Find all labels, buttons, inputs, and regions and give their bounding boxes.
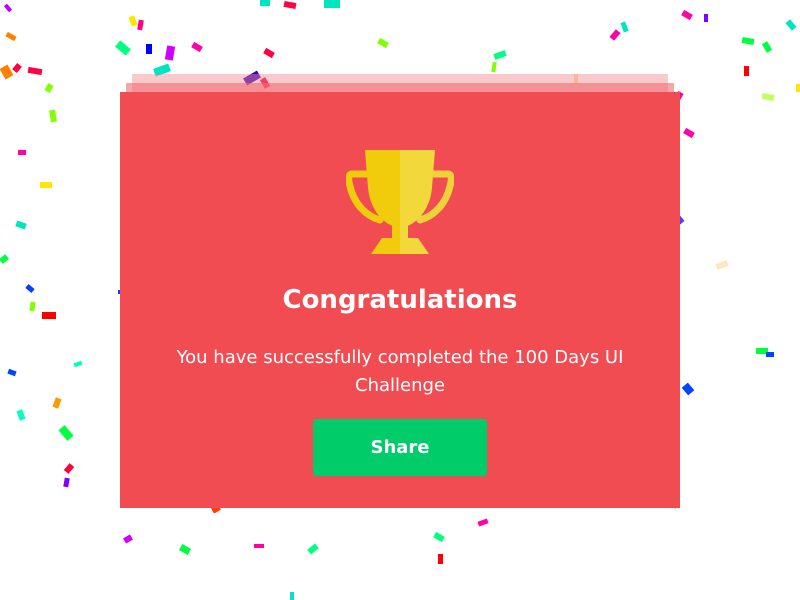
confetti-piece: [785, 19, 797, 31]
confetti-piece: [683, 127, 695, 139]
confetti-piece: [18, 150, 26, 155]
confetti-piece: [49, 109, 57, 123]
confetti-piece: [25, 284, 35, 293]
confetti-piece: [128, 15, 138, 27]
confetti-piece: [73, 360, 83, 368]
confetti-piece: [191, 41, 203, 53]
confetti-piece: [761, 93, 775, 101]
confetti-piece: [263, 47, 275, 59]
confetti-piece: [52, 397, 62, 409]
confetti-piece: [5, 31, 17, 42]
confetti-piece: [290, 592, 294, 600]
confetti-piece: [741, 37, 755, 45]
confetti-piece: [58, 425, 74, 441]
confetti-piece: [715, 260, 729, 270]
confetti-piece: [178, 543, 192, 556]
confetti-piece: [63, 477, 70, 488]
confetti-piece: [254, 544, 264, 548]
confetti-piece: [29, 301, 36, 312]
confetti-piece: [477, 518, 489, 527]
confetti-piece: [260, 0, 270, 6]
confetti-piece: [324, 0, 340, 8]
confetti-piece: [12, 63, 22, 73]
confetti-piece: [115, 40, 131, 56]
confetti-piece: [0, 64, 14, 80]
confetti-piece: [27, 66, 43, 76]
confetti-piece: [123, 534, 133, 544]
confetti-piece: [744, 66, 749, 76]
confetti-piece: [491, 61, 497, 73]
confetti-piece: [7, 368, 17, 377]
confetti-piece: [16, 409, 26, 421]
confetti-piece: [42, 312, 56, 319]
confetti-piece: [766, 352, 774, 357]
confetti-piece: [40, 182, 52, 188]
dialog-message: You have successfully completed the 100 …: [176, 347, 624, 396]
trophy-icon: [346, 150, 454, 254]
confetti-piece: [0, 254, 9, 264]
confetti-piece: [63, 463, 75, 474]
confetti-piece: [164, 45, 176, 61]
confetti-piece: [44, 83, 54, 93]
confetti-piece: [761, 41, 773, 53]
share-button[interactable]: Share: [313, 419, 487, 476]
confetti-piece: [137, 19, 144, 31]
confetti-piece: [433, 531, 445, 543]
confetti-piece: [438, 554, 443, 564]
dialog-title: Congratulations: [282, 285, 518, 315]
confetti-piece: [681, 382, 695, 396]
confetti-piece: [377, 37, 389, 49]
confetti-piece: [15, 220, 27, 230]
confetti-piece: [283, 1, 297, 9]
confetti-piece: [704, 14, 708, 22]
confetti-piece: [146, 44, 152, 54]
confetti-piece: [796, 84, 800, 92]
confetti-piece: [620, 21, 629, 33]
confetti-piece: [609, 29, 621, 41]
confetti-piece: [307, 543, 319, 555]
confetti-piece: [681, 9, 693, 21]
confetti-piece: [3, 3, 13, 13]
confetti-piece: [493, 50, 507, 60]
